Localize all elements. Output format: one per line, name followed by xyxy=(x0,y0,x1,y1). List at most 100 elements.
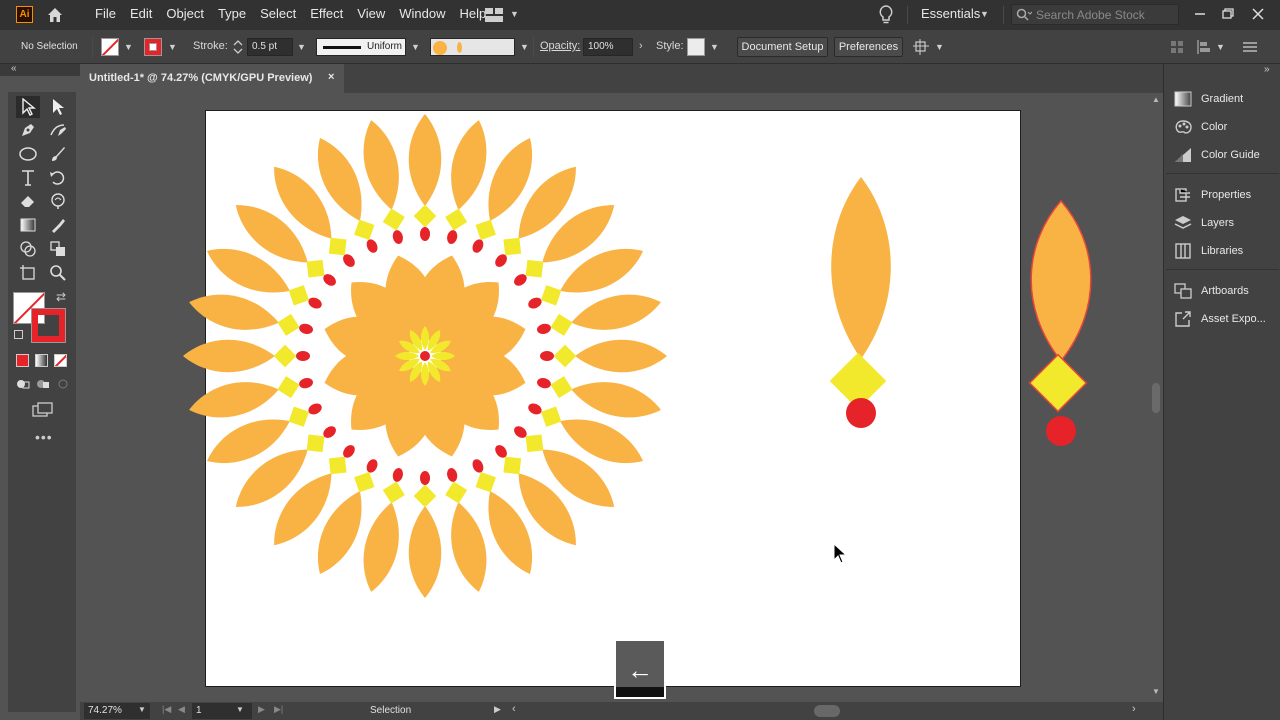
scroll-down-icon[interactable]: ▼ xyxy=(1152,687,1160,696)
artboard-tool-icon[interactable] xyxy=(16,262,40,284)
scroll-left-icon[interactable]: ‹ xyxy=(512,703,516,715)
chevron-down-icon[interactable]: ▼ xyxy=(935,42,944,52)
document-tab[interactable]: Untitled-1* @ 74.27% (CMYK/GPU Preview) … xyxy=(80,64,344,93)
chevron-down-icon[interactable]: ▼ xyxy=(980,9,989,19)
live-paint-tool-icon[interactable] xyxy=(46,238,70,260)
menu-effect[interactable]: Effect xyxy=(310,0,351,30)
panel-color-guide[interactable]: Color Guide xyxy=(1164,142,1280,168)
chevron-down-icon[interactable]: ▼ xyxy=(1216,42,1225,52)
more-tools-icon[interactable]: ••• xyxy=(35,429,53,445)
type-tool-icon[interactable] xyxy=(16,167,40,189)
curvature-tool-icon[interactable] xyxy=(46,119,70,141)
status-menu-icon[interactable]: ▶ xyxy=(494,704,501,715)
chevron-right-icon[interactable]: › xyxy=(639,40,643,52)
chevron-down-icon[interactable]: ▼ xyxy=(710,42,719,52)
align-icon[interactable] xyxy=(1170,40,1184,54)
menu-view[interactable]: View xyxy=(357,0,393,30)
selection-tool-icon[interactable] xyxy=(16,96,40,118)
menu-type[interactable]: Type xyxy=(218,0,254,30)
rotate-tool-icon[interactable] xyxy=(46,167,70,189)
zoom-tool-icon[interactable] xyxy=(46,262,70,284)
toolbar-collapse-strip[interactable]: « xyxy=(0,63,80,76)
scroll-up-icon[interactable]: ▲ xyxy=(1152,95,1160,104)
chevron-down-icon[interactable]: ▼ xyxy=(510,9,519,19)
double-chevron-right-icon[interactable]: » xyxy=(1264,64,1270,75)
ellipse-tool-icon[interactable] xyxy=(16,143,40,165)
menu-select[interactable]: Select xyxy=(260,0,304,30)
panel-artboards[interactable]: Artboards xyxy=(1164,278,1280,304)
opacity-label[interactable]: Opacity: xyxy=(540,40,580,52)
eraser-tool-icon[interactable] xyxy=(16,190,40,212)
panel-gradient[interactable]: Gradient xyxy=(1164,86,1280,112)
lightbulb-icon[interactable] xyxy=(878,5,894,25)
menu-object[interactable]: Object xyxy=(166,0,212,30)
panel-menu-icon[interactable] xyxy=(1243,41,1257,53)
scroll-right-icon[interactable]: › xyxy=(1132,703,1136,715)
scrollbar-thumb[interactable] xyxy=(1152,383,1160,413)
workspace-switcher[interactable]: Essentials xyxy=(921,0,980,30)
pen-tool-icon[interactable] xyxy=(16,119,40,141)
chevron-down-icon[interactable]: ▼ xyxy=(138,705,146,714)
swap-fill-stroke-icon[interactable]: ⇄ xyxy=(56,290,66,304)
none-mode-icon[interactable] xyxy=(54,354,67,367)
panel-asset-export[interactable]: Asset Expo... xyxy=(1164,306,1280,332)
graphic-style-swatch[interactable] xyxy=(687,38,705,56)
brush-definition-select[interactable] xyxy=(430,38,515,56)
opacity-field[interactable]: 100% xyxy=(583,38,633,56)
home-icon[interactable] xyxy=(46,6,64,24)
minimize-icon[interactable] xyxy=(1189,4,1211,24)
direct-selection-tool-icon[interactable] xyxy=(46,96,70,118)
menu-file[interactable]: File xyxy=(95,0,124,30)
chevron-down-icon[interactable]: ▼ xyxy=(168,42,177,52)
chevron-down-icon[interactable]: ▼ xyxy=(297,42,306,52)
close-tab-icon[interactable]: × xyxy=(328,71,334,83)
draw-inside-icon[interactable] xyxy=(56,378,70,390)
arrange-documents-icon[interactable] xyxy=(485,8,503,22)
horizontal-scrollbar-thumb[interactable] xyxy=(814,705,840,717)
double-chevron-left-icon[interactable]: « xyxy=(11,63,17,74)
menu-edit[interactable]: Edit xyxy=(130,0,160,30)
chevron-down-icon[interactable]: ▼ xyxy=(520,42,529,52)
restore-icon[interactable] xyxy=(1217,4,1239,24)
first-artboard-icon[interactable]: |◀ xyxy=(162,704,171,715)
panel-libraries[interactable]: Libraries xyxy=(1164,238,1280,264)
preferences-button[interactable]: Preferences xyxy=(834,37,903,57)
stroke-profile-select[interactable]: Uniform xyxy=(316,38,406,56)
vertical-scrollbar[interactable]: ▲ ▼ xyxy=(1149,93,1163,702)
search-input[interactable] xyxy=(1036,7,1176,23)
draw-behind-icon[interactable] xyxy=(36,378,50,390)
screen-mode-icon[interactable] xyxy=(32,402,54,418)
panel-properties[interactable]: Properties xyxy=(1164,182,1280,208)
shape-builder-tool-icon[interactable] xyxy=(16,238,40,260)
stroke-weight-field[interactable]: 0.5 pt xyxy=(247,38,293,56)
default-colors-icon[interactable] xyxy=(14,330,23,339)
document-setup-button[interactable]: Document Setup xyxy=(737,37,828,57)
last-artboard-icon[interactable]: ▶| xyxy=(274,704,283,715)
stroke-proxy[interactable] xyxy=(31,308,66,343)
panel-color[interactable]: Color xyxy=(1164,114,1280,140)
color-mode-icon[interactable] xyxy=(16,354,29,367)
back-button[interactable]: ← xyxy=(614,641,666,699)
mandala-dot xyxy=(447,230,458,244)
canvas-area[interactable] xyxy=(80,93,1149,702)
menu-window[interactable]: Window xyxy=(399,0,453,30)
paintbrush-tool-icon[interactable] xyxy=(46,143,70,165)
arrange-icon[interactable] xyxy=(913,39,931,55)
gradient-tool-icon[interactable] xyxy=(16,214,40,236)
stroke-swatch[interactable] xyxy=(144,38,162,56)
next-artboard-icon[interactable]: ▶ xyxy=(258,704,265,715)
eyedropper-tool-icon[interactable] xyxy=(46,214,70,236)
transform-icon[interactable] xyxy=(1196,40,1212,54)
chevron-down-icon[interactable]: ▼ xyxy=(411,42,420,52)
draw-normal-icon[interactable] xyxy=(16,378,30,390)
stock-search-box[interactable] xyxy=(1011,4,1179,25)
fill-swatch[interactable] xyxy=(101,38,119,56)
gradient-mode-icon[interactable] xyxy=(35,354,48,367)
chevron-down-icon[interactable]: ▼ xyxy=(236,705,244,714)
warp-tool-icon[interactable] xyxy=(46,190,70,212)
close-icon[interactable] xyxy=(1247,4,1269,24)
panel-layers[interactable]: Layers xyxy=(1164,210,1280,236)
stroke-stepper-icon[interactable] xyxy=(233,38,243,56)
chevron-down-icon[interactable]: ▼ xyxy=(124,42,133,52)
previous-artboard-icon[interactable]: ◀ xyxy=(178,704,185,715)
